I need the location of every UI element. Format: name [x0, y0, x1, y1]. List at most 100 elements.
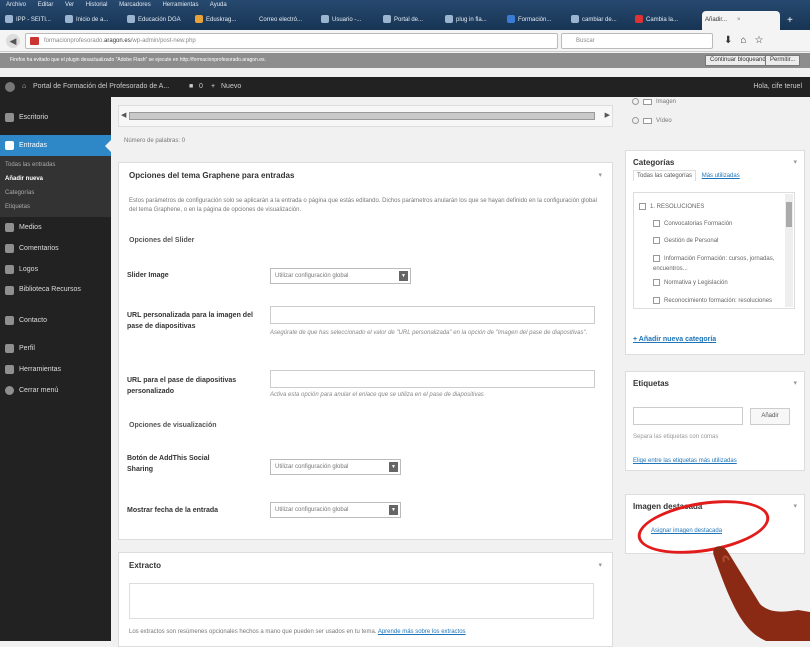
new-tab-plus-icon[interactable]: +	[784, 11, 804, 30]
sidebar-sub-add-new[interactable]: Añadir nueva	[0, 172, 111, 186]
panel-toggle-icon[interactable]: ▾	[598, 561, 602, 569]
menu-ayuda[interactable]: Ayuda	[210, 2, 227, 8]
menu-editar[interactable]: Editar	[38, 2, 54, 8]
panel-toggle-icon[interactable]: ▾	[598, 171, 602, 179]
sidebar-sub-tags[interactable]: Etiquetas	[0, 200, 111, 214]
browser-tab[interactable]: cambiar de...	[568, 11, 630, 30]
sidebar-item-escritorio[interactable]: Escritorio	[0, 107, 111, 128]
excerpt-textarea[interactable]	[129, 583, 594, 619]
menu-historial[interactable]: Historial	[86, 2, 108, 8]
new-content-link[interactable]: Nuevo	[221, 77, 241, 97]
sidebar-item-comentarios[interactable]: Comentarios	[0, 238, 111, 259]
category-item[interactable]: Convocatorias Formación	[653, 220, 732, 227]
excerpt-title: Extracto	[129, 561, 162, 570]
browser-tab[interactable]: IPP - SEITI...	[2, 11, 60, 30]
add-category-link[interactable]: + Añadir nueva categoría	[633, 336, 716, 343]
tags-panel: Etiquetas ▾ Añadir Separa las etiquetas …	[625, 371, 805, 471]
favicon-icon	[383, 15, 391, 24]
tab-all-categories[interactable]: Todas las categorías	[633, 170, 697, 181]
continue-blocking-button[interactable]: Continuar bloqueando	[705, 55, 775, 66]
format-option-image[interactable]: Imagen	[632, 98, 676, 105]
sidebar-item-herramientas[interactable]: Herramientas	[0, 359, 111, 380]
slider-image-label: Slider Image	[127, 272, 169, 279]
category-checklist: 1. RESOLUCIONES Convocatorias Formación …	[633, 192, 795, 309]
dropdown-arrow-icon: ▼	[399, 271, 408, 281]
sidebar-sub-all-posts[interactable]: Todas las entradas	[0, 158, 111, 172]
format-option-video[interactable]: Vídeo	[632, 117, 672, 124]
sidebar-item-entradas[interactable]: Entradas	[0, 135, 111, 156]
sidebar-item-logos[interactable]: Logos	[0, 259, 111, 280]
url-domain: aragon.es	[104, 38, 131, 44]
choose-tags-link[interactable]: Elige entre las etiquetas más utilizadas	[633, 458, 737, 464]
browser-tab[interactable]: Portal de...	[380, 11, 440, 30]
favicon-icon	[65, 15, 73, 24]
category-item[interactable]: Normativa y Legislación	[653, 279, 728, 286]
browser-tab[interactable]: Eduskrag...	[192, 11, 254, 30]
browser-tab[interactable]: Usuario -...	[318, 11, 378, 30]
sidebar-sub-categories[interactable]: Categorías	[0, 186, 111, 200]
sidebar-item-perfil[interactable]: Perfil	[0, 338, 111, 359]
browser-tab-active[interactable]: Añadir... ×	[702, 11, 780, 30]
browser-search-input[interactable]: Buscar	[561, 33, 713, 49]
excerpt-help-link[interactable]: Aprende más sobre los extractos	[378, 629, 466, 635]
home-icon[interactable]: ⌂	[22, 77, 26, 97]
slider-image-select[interactable]: Utilizar configuración global ▼	[270, 268, 411, 284]
tags-hint: Separa las etiquetas con comas	[633, 434, 719, 440]
word-count: Número de palabras: 0	[124, 138, 186, 144]
tag-input[interactable]	[633, 407, 743, 425]
browser-tab[interactable]: Formación...	[504, 11, 566, 30]
sidebar-item-medios[interactable]: Medios	[0, 217, 111, 238]
scroll-left-arrow-icon[interactable]: ◀	[121, 111, 126, 119]
scroll-right-arrow-icon[interactable]: ▶	[605, 111, 610, 119]
browser-nav-bar: ◀ formacionprofesorado.aragon.es/wp-admi…	[0, 30, 810, 52]
home-icon[interactable]: ⌂	[740, 35, 754, 46]
menu-herramientas[interactable]: Herramientas	[162, 2, 198, 8]
category-item[interactable]: Gestión de Personal	[653, 237, 718, 244]
plus-icon[interactable]: +	[211, 77, 215, 97]
scrollbar-thumb[interactable]	[786, 202, 792, 227]
greeting-account[interactable]: Hola, cife teruel	[753, 77, 802, 97]
category-item[interactable]: Información Formación: cursos, jornadas,…	[653, 254, 778, 274]
close-tab-icon[interactable]: ×	[737, 17, 741, 23]
custom-url-input[interactable]	[270, 306, 595, 324]
browser-tab[interactable]: Educación DGA	[124, 11, 190, 30]
menu-ver[interactable]: Ver	[65, 2, 74, 8]
url-bar[interactable]: formacionprofesorado.aragon.es/wp-admin/…	[25, 33, 558, 49]
panel-toggle-icon[interactable]: ▾	[793, 379, 797, 387]
site-name-link[interactable]: Portal de Formación del Profesorado de A…	[33, 77, 169, 97]
show-date-select[interactable]: Utilizar configuración global ▼	[270, 502, 401, 518]
grid-icon	[5, 265, 14, 274]
custom-link-input[interactable]	[270, 370, 595, 388]
addthis-select[interactable]: Utilizar configuración global ▼	[270, 459, 401, 475]
back-arrow-icon[interactable]: ◀	[6, 34, 20, 48]
menu-archivo[interactable]: Archivo	[6, 2, 26, 8]
bookmark-star-icon[interactable]: ☆	[754, 35, 771, 46]
sidebar-collapse-menu[interactable]: Cerrar menú	[0, 380, 111, 401]
menu-marcadores[interactable]: Marcadores	[119, 2, 151, 8]
add-tag-button[interactable]: Añadir	[750, 408, 790, 425]
tab-most-used[interactable]: Más utilizadas	[702, 173, 740, 179]
browser-tab[interactable]: Cambia la...	[632, 11, 698, 30]
panel-toggle-icon[interactable]: ▾	[793, 502, 797, 510]
pointing-arrow-annotation	[713, 546, 810, 641]
sidebar-item-contacto[interactable]: Contacto	[0, 310, 111, 331]
editor-horizontal-scrollbar[interactable]: ◀ ▶	[118, 105, 613, 127]
download-icon[interactable]: ⬇	[724, 35, 740, 46]
sidebar-submenu-entradas: Todas las entradas Añadir nueva Categorí…	[0, 156, 111, 217]
url-suffix: /wp-admin/post-new.php	[130, 38, 196, 44]
scrollbar-thumb[interactable]	[129, 112, 595, 120]
wordpress-logo-icon[interactable]	[5, 82, 15, 92]
category-item[interactable]: Reconocimiento formación: resoluciones	[653, 296, 778, 306]
browser-tab[interactable]: Correo electró...	[256, 11, 316, 30]
browser-tab[interactable]: plug in fla...	[442, 11, 502, 30]
sidebar-item-biblioteca-recursos[interactable]: Biblioteca Recursos	[0, 280, 100, 310]
category-scrollbar[interactable]	[785, 194, 793, 307]
allow-plugin-button[interactable]: Permitir...	[765, 55, 801, 66]
category-item[interactable]: 1. RESOLUCIONES	[639, 203, 704, 210]
browser-tab[interactable]: Inicio de a...	[62, 11, 122, 30]
comment-bubble-icon[interactable]: ■	[189, 77, 193, 97]
favicon-icon	[507, 15, 515, 24]
excerpt-panel: Extracto ▾ Los extractos son resúmenes o…	[118, 552, 613, 647]
panel-toggle-icon[interactable]: ▾	[793, 158, 797, 166]
plugin-notification-bar: Firefox ha evitado que el plugin desactu…	[0, 53, 810, 68]
